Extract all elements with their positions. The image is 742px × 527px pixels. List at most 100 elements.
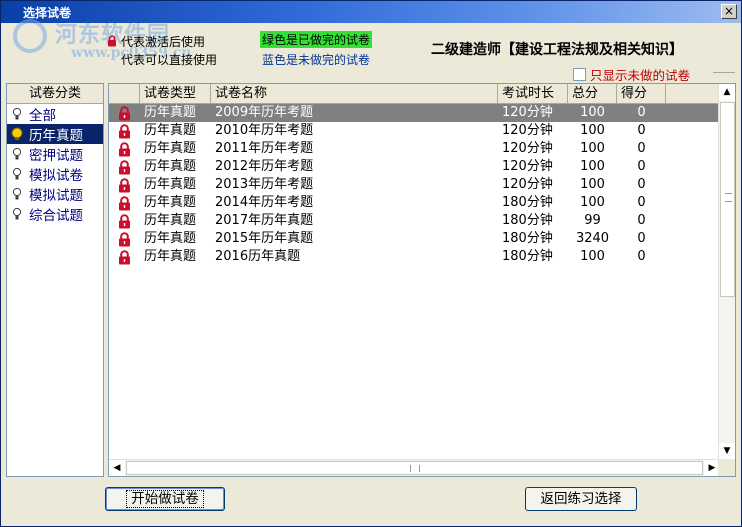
legend-blue: 蓝色是未做完的试卷	[262, 53, 371, 67]
grip-icon	[725, 193, 732, 202]
cell-name: 2012年历年考题	[215, 159, 314, 174]
scroll-corner	[718, 459, 735, 476]
cell-duration: 180分钟	[502, 213, 553, 228]
sidebar-item-label: 综合试题	[29, 208, 83, 224]
grip-icon	[410, 465, 420, 472]
cell-extra	[666, 248, 720, 266]
cell-type: 历年真题	[144, 159, 197, 174]
bulb-icon	[12, 207, 22, 220]
cell-duration: 180分钟	[502, 195, 553, 210]
row-lock-cell	[109, 248, 140, 266]
cell-name: 2014年历年考题	[215, 195, 314, 210]
cell-duration: 120分钟	[502, 159, 553, 174]
sidebar-item-5[interactable]: 综合试题	[7, 204, 103, 224]
scroll-left-arrow-icon[interactable]: ◀	[109, 460, 125, 476]
bulb-icon	[12, 167, 22, 180]
watermark-circle-icon	[13, 19, 47, 53]
horizontal-scrollbar[interactable]: ◀ ▶	[109, 459, 720, 476]
sidebar-item-4[interactable]: 模拟试题	[7, 184, 103, 204]
column-header-type[interactable]: 试卷类型	[140, 84, 211, 104]
sidebar-item-1[interactable]: 历年真题	[7, 124, 103, 144]
column-header-total[interactable]: 总分	[568, 84, 617, 104]
bulb-icon	[12, 187, 22, 200]
cell-duration: 120分钟	[502, 105, 553, 120]
cell-name: 2011年历年考题	[215, 141, 314, 156]
column-header-icon[interactable]	[109, 84, 140, 104]
cell-extra	[666, 104, 720, 122]
close-button[interactable]: ×	[721, 4, 737, 19]
table-row[interactable]: 历年真题 2015年历年真题 180分钟 3240 0	[109, 230, 720, 248]
only-undone-checkbox[interactable]	[573, 68, 586, 81]
legend-locked: 代表激活后使用	[107, 33, 205, 50]
only-undone-filter[interactable]: 只显示未做的试卷	[573, 65, 690, 84]
bulb-icon	[12, 147, 22, 160]
table-row[interactable]: 历年真题 2012年历年考题 120分钟 100 0	[109, 158, 720, 176]
table-row[interactable]: 历年真题 2016历年真题 180分钟 100 0	[109, 248, 720, 266]
start-paper-button[interactable]: 开始做试卷	[105, 487, 225, 511]
cell-type: 历年真题	[144, 177, 197, 192]
cell-type: 历年真题	[144, 195, 197, 210]
lock-icon	[108, 35, 116, 47]
cell-score: 0	[637, 195, 646, 210]
horizontal-scroll-thumb[interactable]	[126, 461, 703, 475]
cell-duration: 180分钟	[502, 249, 553, 264]
start-paper-label: 开始做试卷	[126, 490, 204, 508]
grid-header: 试卷类型 试卷名称 考试时长 总分 得分	[109, 84, 720, 104]
vertical-scroll-thumb[interactable]	[720, 102, 735, 297]
sidebar-item-label: 模拟试卷	[29, 168, 83, 184]
cell-type: 历年真题	[144, 105, 197, 120]
window-title: 选择试卷	[23, 6, 72, 20]
sidebar-item-label: 历年真题	[29, 128, 83, 144]
title-bar[interactable]: 选择试卷 ×	[1, 1, 741, 23]
bulb-lit-icon	[11, 127, 23, 140]
cell-extra	[666, 140, 720, 158]
cell-score: 0	[637, 249, 646, 264]
column-header-name[interactable]: 试卷名称	[211, 84, 498, 104]
legend-open-text: 代表可以直接使用	[121, 53, 218, 67]
cell-duration: 120分钟	[502, 123, 553, 138]
lock-icon	[119, 249, 130, 264]
cell-total: 100	[580, 159, 605, 174]
column-header-extra[interactable]	[666, 84, 720, 104]
cell-total: 100	[580, 123, 605, 138]
table-row[interactable]: 历年真题 2011年历年考题 120分钟 100 0	[109, 140, 720, 158]
lock-icon	[119, 105, 130, 120]
row-lock-cell	[109, 104, 140, 122]
cell-total: 100	[580, 141, 605, 156]
vertical-scrollbar[interactable]: ▲ ▼	[718, 84, 735, 460]
back-to-practice-button[interactable]: 返回练习选择	[525, 487, 637, 511]
paper-grid: 试卷类型 试卷名称 考试时长 总分 得分 历年真题 2009年历年考题 120分钟 1…	[108, 83, 736, 477]
sidebar-item-0[interactable]: 全部	[7, 104, 103, 124]
table-row[interactable]: 历年真题 2017年历年真题 180分钟 99 0	[109, 212, 720, 230]
cell-extra	[666, 230, 720, 248]
cell-name: 2016历年真题	[215, 249, 301, 264]
row-lock-cell	[109, 122, 140, 140]
scroll-down-arrow-icon[interactable]: ▼	[719, 443, 735, 460]
table-row[interactable]: 历年真题 2013年历年考题 120分钟 100 0	[109, 176, 720, 194]
cell-extra	[666, 122, 720, 140]
cell-type: 历年真题	[144, 123, 197, 138]
row-lock-cell	[109, 212, 140, 230]
cell-extra	[666, 194, 720, 212]
table-row[interactable]: 历年真题 2014年历年考题 180分钟 100 0	[109, 194, 720, 212]
sidebar-item-label: 密押试题	[29, 148, 83, 164]
lock-icon	[119, 159, 130, 174]
column-header-score[interactable]: 得分	[617, 84, 666, 104]
cell-score: 0	[637, 141, 646, 156]
cell-type: 历年真题	[144, 141, 197, 156]
sidebar-item-3[interactable]: 模拟试卷	[7, 164, 103, 184]
cell-extra	[666, 176, 720, 194]
lock-icon	[119, 195, 130, 210]
table-row[interactable]: 历年真题 2010年历年考题 120分钟 100 0	[109, 122, 720, 140]
cell-type: 历年真题	[144, 213, 197, 228]
course-title: 二级建造师【建设工程法规及相关知识】	[431, 42, 683, 58]
column-header-duration[interactable]: 考试时长	[498, 84, 568, 104]
lock-icon	[119, 123, 130, 138]
cell-duration: 120分钟	[502, 177, 553, 192]
table-row[interactable]: 历年真题 2009年历年考题 120分钟 100 0	[109, 104, 720, 122]
legend-locked-text: 代表激活后使用	[121, 35, 206, 49]
scroll-up-arrow-icon[interactable]: ▲	[719, 84, 735, 101]
cell-extra	[666, 158, 720, 176]
sidebar-item-2[interactable]: 密押试题	[7, 144, 103, 164]
bulb-icon	[12, 107, 22, 120]
